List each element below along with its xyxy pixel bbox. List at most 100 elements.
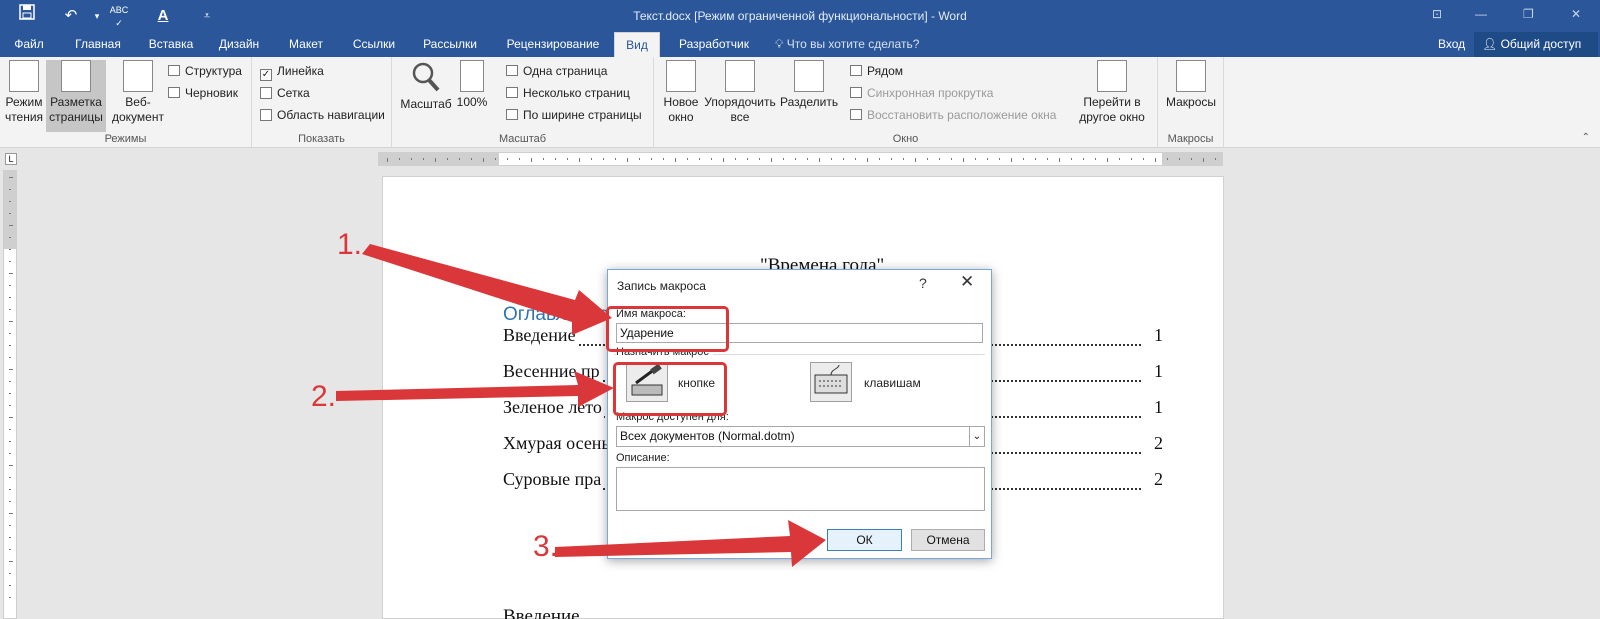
read-mode-button[interactable]: Режим чтения xyxy=(4,60,44,132)
print-layout-button[interactable]: Разметка страницы xyxy=(46,60,106,132)
reset-position-button[interactable]: Восстановить расположение окна xyxy=(850,105,1056,125)
ruler-tick xyxy=(819,158,820,162)
vertical-ruler[interactable] xyxy=(3,170,17,619)
toc-title: Оглавление xyxy=(503,304,609,325)
tab-references[interactable]: Ссылки xyxy=(344,32,404,57)
restore-icon[interactable]: ❐ xyxy=(1523,7,1534,21)
tell-me-label: Что вы хотите сделать? xyxy=(786,37,920,51)
ok-button[interactable]: ОК xyxy=(827,529,902,551)
step-2-label: 2. xyxy=(311,380,337,413)
gridlines-checkbox[interactable]: Сетка xyxy=(260,83,310,103)
tab-design[interactable]: Дизайн xyxy=(212,32,266,57)
toc-entry-text: Зеленое лето xyxy=(503,397,604,418)
ruler-tick xyxy=(735,158,736,160)
zoom-100-button[interactable]: 100% xyxy=(454,60,490,132)
horizontal-ruler[interactable] xyxy=(378,152,1223,166)
tell-me-search[interactable]: 💡︎ Что вы хотите сделать? xyxy=(775,32,919,57)
tab-file[interactable]: Файл xyxy=(6,32,52,57)
web-layout-button[interactable]: Веб-документ xyxy=(110,60,166,132)
reset-position-label: Восстановить расположение окна xyxy=(867,108,1057,122)
tab-developer[interactable]: Разработчик xyxy=(670,32,758,57)
page-width-icon xyxy=(506,109,518,120)
ruler-tick xyxy=(9,321,13,322)
close-window-icon[interactable]: ✕ xyxy=(1571,7,1581,21)
switch-windows-button[interactable]: Перейти в другое окно xyxy=(1072,60,1152,132)
collapse-ribbon-icon[interactable]: ⌃ xyxy=(1582,132,1590,143)
sign-in-link[interactable]: Вход xyxy=(1438,32,1465,57)
group-show: ✓ Линейка Сетка Область навигации Показат… xyxy=(252,57,392,148)
side-by-side-label: Рядом xyxy=(867,64,904,78)
ruler-tick xyxy=(771,158,772,162)
toc-entry-text: Хмурая осень xyxy=(503,433,612,454)
ruler-tick xyxy=(531,158,532,162)
multi-page-button[interactable]: Несколько страниц xyxy=(506,83,630,103)
tab-selector[interactable]: L xyxy=(5,153,17,165)
ruler-tick xyxy=(1047,158,1048,160)
tab-layout[interactable]: Макет xyxy=(278,32,334,57)
page-100-icon xyxy=(460,60,484,92)
step-3-label: 3. xyxy=(533,530,559,563)
page-width-label: По ширине страницы xyxy=(523,108,642,122)
ruler-tick xyxy=(651,158,652,160)
ruler-tick xyxy=(591,158,592,160)
group-modes-label: Режимы xyxy=(104,133,147,145)
ruler-tick xyxy=(9,585,11,586)
share-button[interactable]: 👤︎ Общий доступ xyxy=(1474,32,1598,57)
ruler-tick xyxy=(1131,158,1132,160)
tab-insert[interactable]: Вставка xyxy=(140,32,202,57)
tab-mailings[interactable]: Рассылки xyxy=(414,32,486,57)
tab-view[interactable]: Вид xyxy=(614,32,660,57)
split-button[interactable]: Разделить xyxy=(780,60,838,132)
keyboard-option-label: клавишам xyxy=(864,376,921,390)
macros-button[interactable]: Макросы xyxy=(1162,60,1220,132)
group-modes: Режим чтения Разметка страницы Веб-докум… xyxy=(0,57,252,148)
tab-review[interactable]: Рецензирование xyxy=(500,32,606,57)
side-by-side-button[interactable]: Рядом xyxy=(850,61,903,81)
macros-label: Макросы xyxy=(1165,95,1217,109)
ruler-tick xyxy=(603,158,604,160)
share-label: Общий доступ xyxy=(1500,37,1582,51)
arrange-all-button[interactable]: Упорядочить все xyxy=(702,60,778,132)
outline-button[interactable]: Структура xyxy=(168,61,242,81)
help-button[interactable]: ? xyxy=(919,275,927,291)
ruler-tick xyxy=(567,158,568,160)
sync-scroll-label: Синхронная прокрутка xyxy=(867,86,994,100)
minimize-icon[interactable]: — xyxy=(1475,7,1487,21)
new-window-button[interactable]: Новое окно xyxy=(660,60,702,132)
chevron-down-icon[interactable]: ⌄ xyxy=(969,426,985,447)
ruler-tick xyxy=(555,158,556,160)
close-dialog-button[interactable]: ✕ xyxy=(960,272,974,292)
sync-scroll-button[interactable]: Синхронная прокрутка xyxy=(850,83,993,103)
ruler-tick xyxy=(1035,158,1036,160)
outline-icon xyxy=(168,65,180,76)
switch-windows-label: Перейти в другое окно xyxy=(1079,95,1145,124)
ribbon-view: Режим чтения Разметка страницы Веб-докум… xyxy=(0,57,1600,148)
tab-home[interactable]: Главная xyxy=(66,32,130,57)
ruler-tick xyxy=(1215,158,1216,160)
new-window-icon xyxy=(666,60,696,92)
store-macro-select[interactable]: Всех документов (Normal.dotm) xyxy=(616,426,973,447)
draft-button[interactable]: Черновик xyxy=(168,83,238,103)
one-page-button[interactable]: Одна страница xyxy=(506,61,607,81)
nav-pane-label: Область навигации xyxy=(277,108,385,122)
zoom-button[interactable]: Масштаб xyxy=(400,60,452,132)
ruler-tick xyxy=(9,597,11,598)
page-width-button[interactable]: По ширине страницы xyxy=(506,105,642,125)
description-textarea[interactable] xyxy=(616,467,985,511)
one-page-icon xyxy=(506,65,518,76)
assign-to-keyboard-option[interactable] xyxy=(810,362,852,402)
nav-pane-checkbox[interactable]: Область навигации xyxy=(260,105,385,125)
ruler-tick xyxy=(579,158,580,162)
ruler-tick xyxy=(843,158,844,160)
ruler-checkbox[interactable]: ✓ Линейка xyxy=(260,61,324,81)
ruler-tick xyxy=(999,158,1000,160)
ruler-tick xyxy=(867,158,868,162)
read-mode-icon xyxy=(9,60,39,92)
macros-icon xyxy=(1176,60,1206,92)
print-layout-icon xyxy=(61,60,91,92)
cancel-button[interactable]: Отмена xyxy=(911,529,985,551)
one-page-label: Одна страница xyxy=(523,64,608,78)
window-title: Текст.docx [Режим ограниченной функциона… xyxy=(633,9,967,23)
ribbon-display-options-icon[interactable]: ⊡ xyxy=(1432,7,1442,21)
group-window: Новое окно Упорядочить все Разделить Ряд… xyxy=(654,57,1158,148)
